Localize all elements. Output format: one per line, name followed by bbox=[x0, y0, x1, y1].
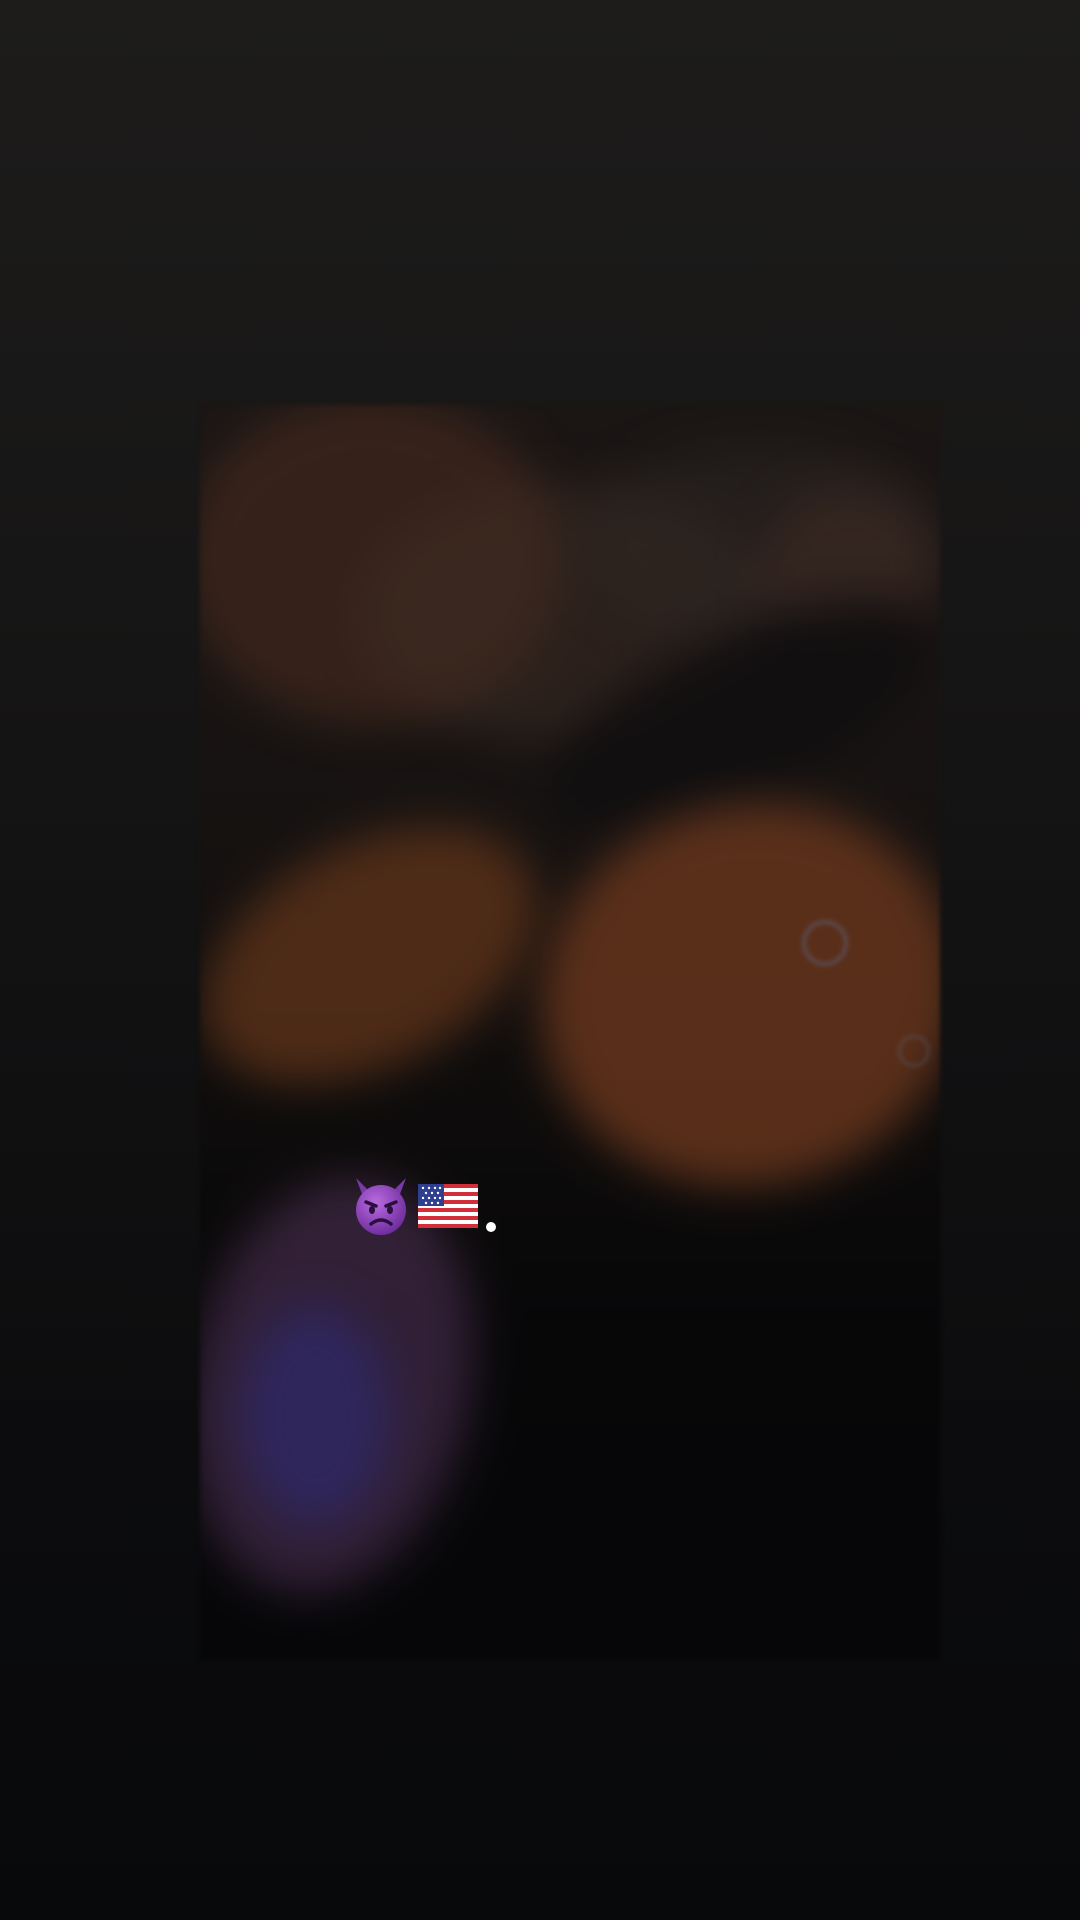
story-screen bbox=[0, 0, 1080, 1920]
caption-dot bbox=[486, 1222, 496, 1232]
media-dark-tint bbox=[200, 405, 940, 1660]
smiling-face-with-horns-emoji-icon bbox=[356, 1178, 406, 1235]
media-frame[interactable] bbox=[200, 405, 940, 1660]
emoji-caption bbox=[348, 1172, 496, 1238]
us-flag-emoji-icon bbox=[418, 1184, 478, 1228]
